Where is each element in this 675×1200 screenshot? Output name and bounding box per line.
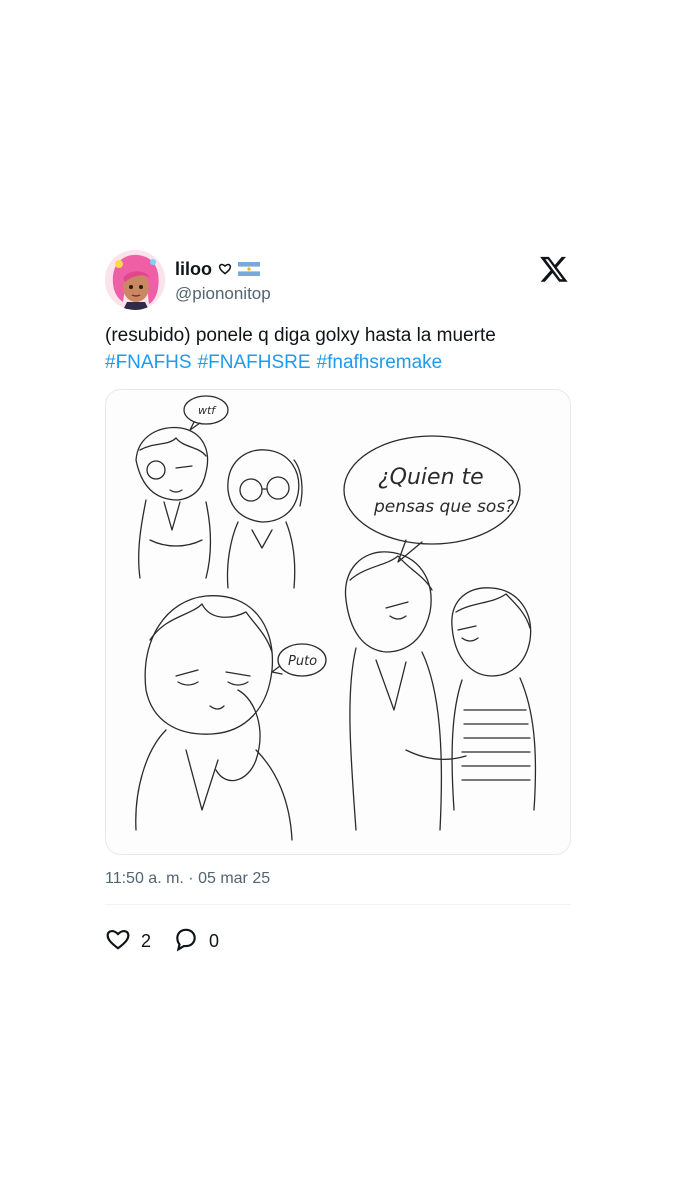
reply-button[interactable]: 0: [173, 926, 219, 957]
display-name[interactable]: liloo: [175, 259, 212, 280]
argentina-flag-icon: [238, 262, 260, 276]
divider: [105, 904, 571, 905]
action-bar: 2 0: [105, 927, 571, 955]
bubble-text-puto: Puto: [288, 654, 317, 669]
bubble-text-quien: ¿Quien te: [378, 465, 484, 490]
bubble-text-pensas: pensas que sos?: [373, 497, 514, 517]
sketch-drawing: wtf ¿Quien te pensas que sos? Puto: [135, 395, 537, 841]
author-handle[interactable]: @piononitop: [175, 284, 271, 304]
author-names: liloo @piononitop: [175, 258, 271, 304]
speech-bubble-icon: [173, 926, 199, 957]
display-name-row: liloo: [175, 258, 271, 280]
x-logo-icon[interactable]: [539, 254, 569, 284]
heart-outline-icon: [218, 262, 232, 276]
hashtag-fnafhsremake[interactable]: #fnafhsremake: [317, 352, 443, 373]
tweet-card: liloo @piononitop (resubido) ponele q di…: [105, 250, 571, 955]
like-count: 2: [141, 930, 152, 951]
hashtag-fnafhsre[interactable]: #FNAFHSRE: [198, 352, 311, 373]
avatar[interactable]: [105, 250, 165, 310]
hashtag-fnafhs[interactable]: #FNAFHS: [105, 352, 192, 373]
tweet-image[interactable]: wtf ¿Quien te pensas que sos? Puto: [105, 389, 571, 855]
reply-count: 0: [209, 930, 220, 951]
heart-icon: [105, 926, 131, 957]
hashtag-list: #FNAFHS #FNAFHSRE #fnafhsremake: [105, 349, 571, 376]
tweet-timestamp[interactable]: 11:50 a. m. · 05 mar 25: [105, 870, 571, 892]
like-button[interactable]: 2: [105, 926, 151, 957]
tweet-header: liloo @piononitop: [105, 250, 571, 312]
bubble-text-wtf: wtf: [198, 404, 217, 417]
tweet-text: (resubido) ponele q diga golxy hasta la …: [105, 325, 496, 346]
